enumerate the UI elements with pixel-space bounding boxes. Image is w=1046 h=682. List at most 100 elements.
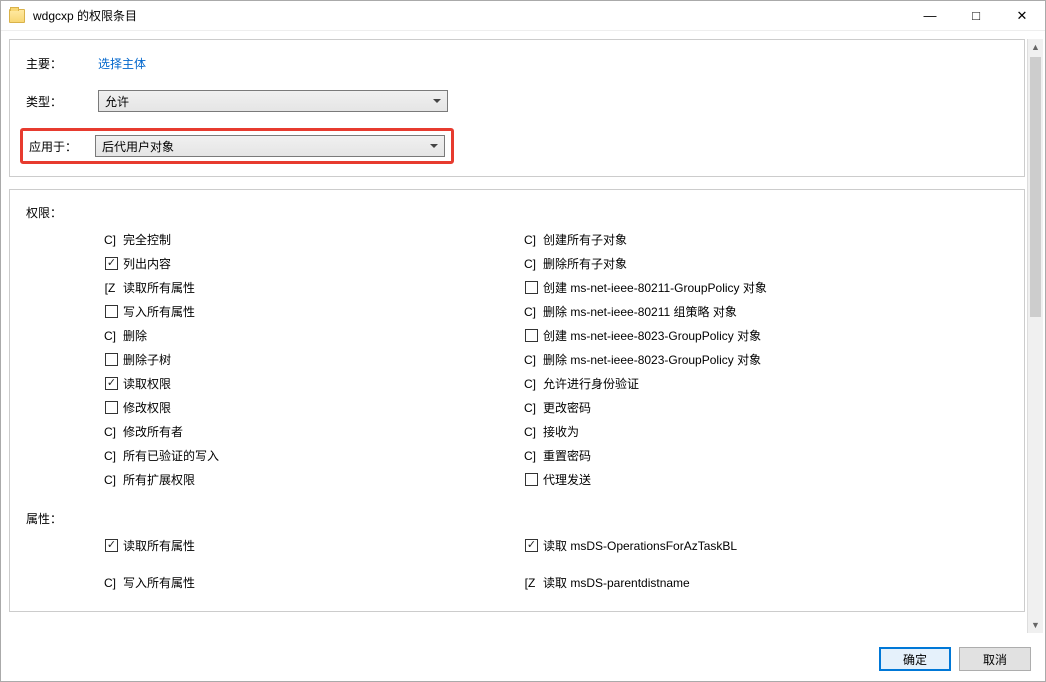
chevron-down-icon [433, 99, 441, 103]
permission-item: C] 接收为 [524, 423, 944, 440]
principal-label: 主要： [26, 55, 98, 72]
vertical-scrollbar[interactable]: ▲ ▼ [1027, 39, 1043, 633]
permission-item: 写入所有属性 [104, 303, 524, 320]
permission-checkbox[interactable] [525, 281, 538, 294]
scroll-up-arrow[interactable]: ▲ [1028, 39, 1043, 55]
permission-prefix: C] [104, 473, 116, 487]
permission-checkbox[interactable] [105, 257, 118, 270]
permission-prefix: [Z [104, 281, 116, 295]
maximize-button[interactable]: □ [953, 1, 999, 31]
permission-label: 重置密码 [543, 447, 591, 464]
permissions-section-label: 权限： [26, 204, 1008, 221]
permission-item: C]允许进行身份验证 [524, 375, 944, 392]
scroll-thumb[interactable] [1030, 57, 1041, 317]
permission-item: 代理发送 [524, 471, 944, 488]
type-combobox[interactable]: 允许 [98, 90, 448, 112]
header-panel: 主要： 选择主体 类型： 允许 应用于： 后代用户对象 [9, 39, 1025, 177]
permission-label: 代理发送 [543, 471, 591, 488]
permission-label: 读取所有属性 [123, 537, 195, 554]
permission-item: C] 删除所有子对象 [524, 255, 944, 272]
permission-label: 接收为 [543, 423, 579, 440]
titlebar: wdgcxp 的权限条目 — □ ✕ [1, 1, 1045, 31]
permission-checkbox[interactable] [525, 329, 538, 342]
cancel-button[interactable]: 取消 [959, 647, 1031, 671]
type-label: 类型： [26, 93, 98, 110]
permission-label: 创建 ms-net-ieee-8023-GroupPolicy 对象 [543, 327, 761, 344]
permission-label: 创建 ms-net-ieee-80211-GroupPolicy 对象 [543, 279, 767, 296]
permission-item: 创建 ms-net-ieee-80211-GroupPolicy 对象 [524, 279, 944, 296]
permission-label: 删除 ms-net-ieee-80211 组策略 对象 [543, 303, 737, 320]
permission-prefix: C] [104, 576, 116, 590]
permission-prefix: C] [104, 425, 116, 439]
permissions-panel: 权限： C]完全控制列出内容[Z读取所有属性写入所有属性C]删除删除子树读取权限… [9, 189, 1025, 612]
permission-item: 读取 msDS-OperationsForAzTaskBL [524, 537, 944, 554]
permission-item: 读取所有属性 [104, 537, 524, 554]
applies-to-highlight: 应用于： 后代用户对象 [20, 128, 454, 164]
permission-prefix: C] [524, 449, 536, 463]
permission-label: 删除 [123, 327, 147, 344]
permissions-column-right: C] 创建所有子对象 C] 删除所有子对象创建 ms-net-ieee-80211-G… [524, 231, 944, 488]
permission-prefix: C] [524, 305, 536, 319]
permission-entry-window: wdgcxp 的权限条目 — □ ✕ 主要： 选择主体 类型： 允许 [0, 0, 1046, 682]
attributes-section: 属性： 读取所有属性C]写入所有属性 读取 msDS-OperationsFor… [26, 510, 1008, 591]
permission-prefix: C] [524, 377, 536, 391]
permission-label: 更改密码 [543, 399, 591, 416]
permission-prefix: C] [524, 353, 536, 367]
content-area: 主要： 选择主体 类型： 允许 应用于： 后代用户对象 [1, 31, 1045, 681]
permission-checkbox[interactable] [105, 377, 118, 390]
permission-label: 创建所有子对象 [543, 231, 627, 248]
permission-item: C] 删除 ms-net-ieee-80211 组策略 对象 [524, 303, 944, 320]
permission-checkbox[interactable] [105, 539, 118, 552]
permission-item: 修改权限 [104, 399, 524, 416]
permission-item: 读取权限 [104, 375, 524, 392]
permission-prefix: C] [524, 233, 536, 247]
applies-to-combobox[interactable]: 后代用户对象 [95, 135, 445, 157]
permission-prefix: C] [104, 329, 116, 343]
ok-button[interactable]: 确定 [879, 647, 951, 671]
permissions-grid: C] 完全控制列出内容 [Z读取所有属性写入所有属性 C] 删除删除子树读取权限修改权限… [26, 231, 1008, 488]
permission-checkbox[interactable] [525, 539, 538, 552]
attributes-grid: 读取所有属性 C]写入所有属性 读取 msDS-OperationsForAzTa… [26, 537, 1008, 591]
window-title: wdgcxp 的权限条目 [33, 7, 907, 24]
permission-checkbox[interactable] [105, 305, 118, 318]
permission-item: [Z读取所有属性 [104, 279, 524, 296]
permission-label: 修改权限 [123, 399, 171, 416]
applies-to-value: 后代用户对象 [102, 138, 174, 155]
type-value: 允许 [105, 93, 129, 110]
permission-label: 删除子树 [123, 351, 171, 368]
permission-prefix: C] [524, 425, 536, 439]
permission-label: 读取 msDS-OperationsForAzTaskBL [543, 537, 737, 554]
permission-label: 所有已验证的写入 [123, 447, 219, 464]
permission-item: C] 所有已验证的写入 [104, 447, 524, 464]
permission-item: 列出内容 [104, 255, 524, 272]
permission-item: C] 更改密码 [524, 399, 944, 416]
permission-item: C] 所有扩展权限 [104, 471, 524, 488]
attributes-column-left: 读取所有属性 C]写入所有属性 [104, 537, 524, 591]
permission-checkbox[interactable] [525, 473, 538, 486]
permission-prefix: C] [524, 401, 536, 415]
permission-item: [Z 读取 msDS-parentdistname [524, 574, 944, 591]
permission-label: 删除 ms-net-ieee-8023-GroupPolicy 对象 [543, 351, 761, 368]
scroll-down-arrow[interactable]: ▼ [1028, 617, 1043, 633]
permission-label: 所有扩展权限 [123, 471, 195, 488]
permission-checkbox[interactable] [105, 401, 118, 414]
folder-icon [9, 9, 25, 23]
minimize-button[interactable]: — [907, 1, 953, 31]
permission-label: 完全控制 [123, 231, 171, 248]
permission-item: C]写入所有属性 [104, 574, 524, 591]
permission-prefix: [Z [524, 576, 536, 590]
chevron-down-icon [430, 144, 438, 148]
permission-prefix: C] [524, 257, 536, 271]
permission-label: 删除所有子对象 [543, 255, 627, 272]
permission-prefix: C] [104, 449, 116, 463]
permission-label: 读取权限 [123, 375, 171, 392]
close-button[interactable]: ✕ [999, 1, 1045, 31]
permissions-column-left: C] 完全控制列出内容 [Z读取所有属性写入所有属性 C] 删除删除子树读取权限修改权限… [104, 231, 524, 488]
permission-label: 读取 msDS-parentdistname [543, 574, 690, 591]
permission-label: 写入所有属性 [123, 303, 195, 320]
permission-item: C] 重置密码 [524, 447, 944, 464]
permission-item: C] 创建所有子对象 [524, 231, 944, 248]
permission-checkbox[interactable] [105, 353, 118, 366]
select-principal-link[interactable]: 选择主体 [98, 55, 146, 72]
applies-to-label: 应用于： [23, 138, 95, 155]
